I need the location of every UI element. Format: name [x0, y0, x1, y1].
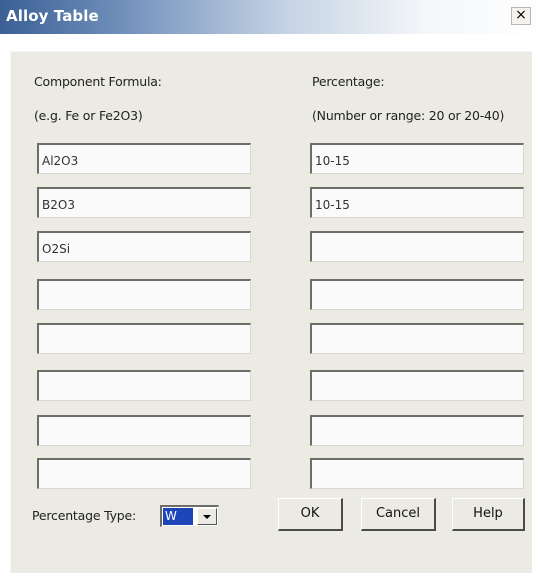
close-icon: ×: [515, 7, 527, 23]
formula-input[interactable]: [37, 458, 251, 489]
help-button[interactable]: Help: [452, 498, 525, 531]
percentage-input[interactable]: [310, 370, 524, 401]
formula-input[interactable]: [37, 231, 251, 262]
formula-hint: (e.g. Fe or Fe2O3): [34, 108, 143, 123]
formula-input[interactable]: [37, 143, 251, 174]
formula-input[interactable]: [37, 370, 251, 401]
percentage-input[interactable]: [310, 458, 524, 489]
formula-header: Component Formula:: [34, 74, 162, 89]
percentage-input[interactable]: [310, 415, 524, 446]
chevron-down-icon[interactable]: [197, 508, 217, 525]
percentage-type-label: Percentage Type:: [32, 508, 137, 523]
percentage-input[interactable]: [310, 279, 524, 310]
alloy-table-dialog: Alloy Table × Component Formula: (e.g. F…: [0, 0, 544, 581]
dialog-body: Component Formula: (e.g. Fe or Fe2O3) Pe…: [10, 51, 532, 573]
cancel-button[interactable]: Cancel: [361, 498, 436, 531]
percentage-hint: (Number or range: 20 or 20-40): [312, 108, 505, 123]
percentage-input[interactable]: [310, 231, 524, 262]
formula-input[interactable]: [37, 323, 251, 354]
ok-button[interactable]: OK: [278, 498, 343, 531]
percentage-input[interactable]: [310, 187, 524, 218]
formula-input[interactable]: [37, 187, 251, 218]
formula-input[interactable]: [37, 279, 251, 310]
percentage-header: Percentage:: [312, 74, 385, 89]
close-button[interactable]: ×: [511, 7, 531, 25]
percentage-type-select[interactable]: W: [160, 505, 219, 527]
title-bar[interactable]: Alloy Table ×: [0, 0, 544, 34]
percentage-input[interactable]: [310, 323, 524, 354]
window-title: Alloy Table: [6, 7, 99, 25]
percentage-type-value: W: [163, 508, 193, 525]
formula-input[interactable]: [37, 415, 251, 446]
percentage-input[interactable]: [310, 143, 524, 174]
